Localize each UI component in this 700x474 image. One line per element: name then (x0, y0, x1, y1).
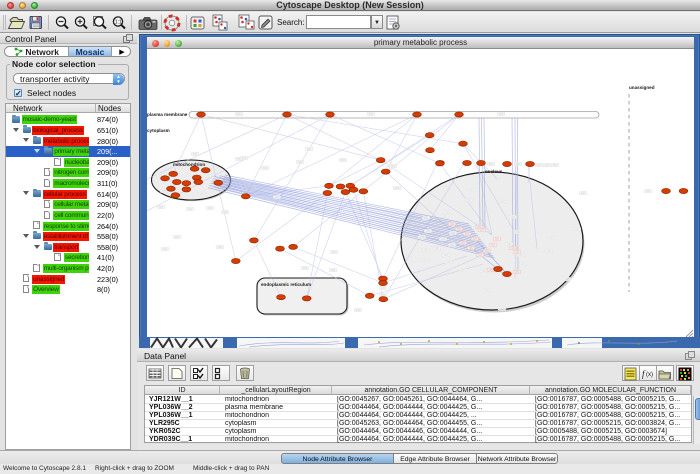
svg-text:plasma membrane: plasma membrane (147, 112, 188, 117)
svg-text:(x): (x) (646, 372, 653, 378)
svg-text:mitochondrion: mitochondrion (173, 162, 205, 167)
svg-text:nucleus: nucleus (485, 169, 503, 174)
svg-text:cytoplasm: cytoplasm (147, 128, 170, 133)
svg-text:endoplasmic reticulum: endoplasmic reticulum (261, 282, 311, 287)
svg-text:unassigned: unassigned (629, 85, 655, 90)
svg-text:1:1: 1:1 (115, 20, 122, 26)
